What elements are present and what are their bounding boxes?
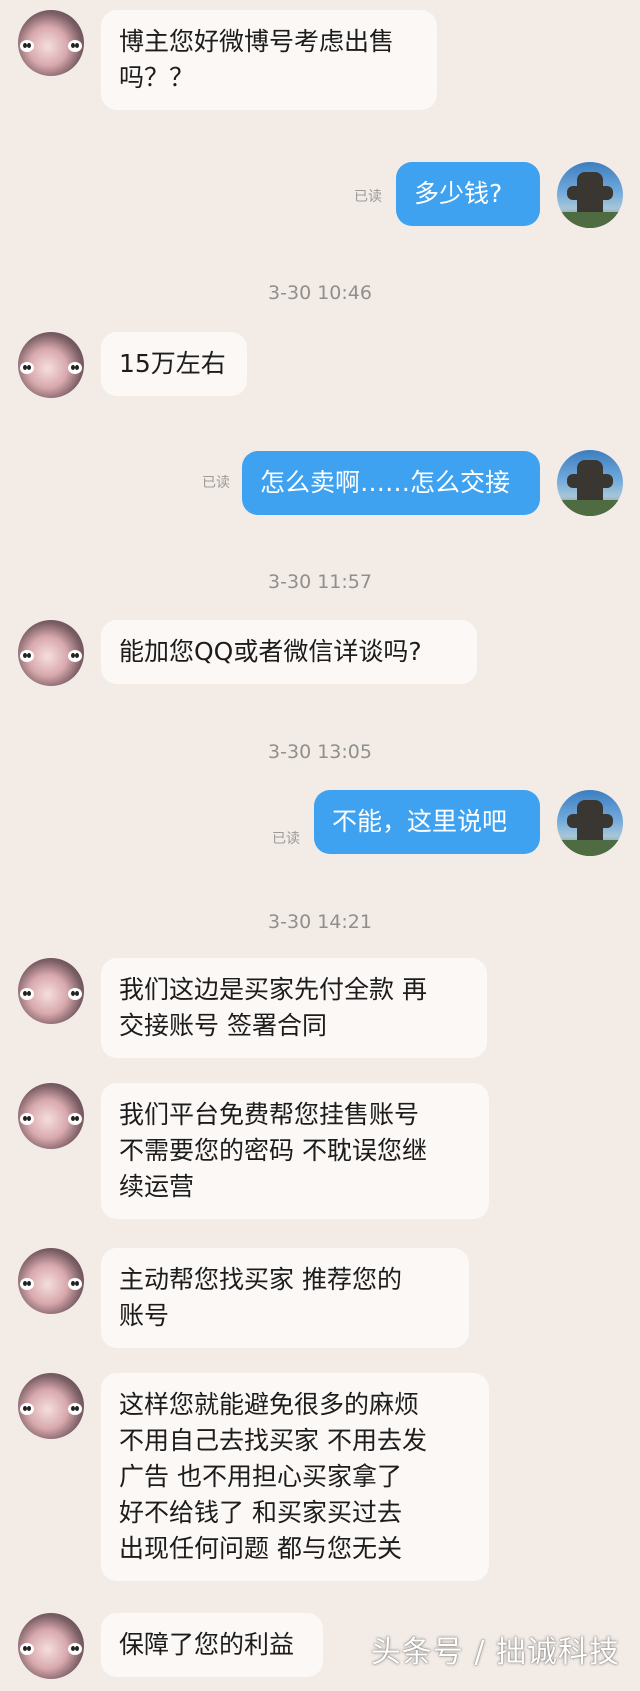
tree-decoration [557, 840, 623, 856]
read-receipt: 已读 [202, 475, 230, 491]
timestamp-divider: 3-30 10:46 [268, 282, 372, 304]
panda-sticker-icon [20, 1403, 34, 1415]
panda-sticker-icon [68, 650, 82, 662]
timestamp-divider: 3-30 13:05 [268, 741, 372, 763]
incoming-message-bubble[interactable]: 主动帮您找买家 推荐您的 账号 [101, 1248, 469, 1348]
contact-avatar[interactable] [18, 1248, 84, 1314]
contact-avatar[interactable] [18, 1613, 84, 1679]
contact-avatar[interactable] [18, 332, 84, 398]
incoming-message-bubble[interactable]: 这样您就能避免很多的麻烦 不用自己去找买家 不用去发 广告 也不用担心买家拿了 … [101, 1373, 489, 1581]
my-avatar[interactable] [557, 162, 623, 228]
panda-sticker-icon [68, 1643, 82, 1655]
read-receipt: 已读 [354, 189, 382, 205]
my-avatar[interactable] [557, 790, 623, 856]
read-receipt: 已读 [272, 831, 300, 847]
panda-sticker-icon [20, 1113, 34, 1125]
panda-sticker-icon [20, 362, 34, 374]
panda-sticker-icon [68, 40, 82, 52]
panda-sticker-icon [20, 988, 34, 1000]
incoming-message-bubble[interactable]: 能加您QQ或者微信详谈吗? [101, 620, 477, 684]
panda-sticker-icon [68, 1278, 82, 1290]
panda-sticker-icon [20, 1643, 34, 1655]
panda-sticker-icon [68, 1113, 82, 1125]
contact-avatar[interactable] [18, 1083, 84, 1149]
contact-avatar[interactable] [18, 620, 84, 686]
watermark-text: 头条号 / 拙诚科技 [370, 1635, 620, 1670]
robot-avatar-icon [567, 172, 613, 216]
contact-avatar[interactable] [18, 958, 84, 1024]
contact-avatar[interactable] [18, 10, 84, 76]
panda-sticker-icon [68, 1403, 82, 1415]
panda-sticker-icon [68, 362, 82, 374]
panda-sticker-icon [20, 650, 34, 662]
timestamp-divider: 3-30 14:21 [268, 911, 372, 933]
panda-sticker-icon [68, 988, 82, 1000]
contact-avatar[interactable] [18, 1373, 84, 1439]
robot-avatar-icon [567, 800, 613, 844]
incoming-message-bubble[interactable]: 博主您好微博号考虑出售 吗？？ [101, 10, 437, 110]
tree-decoration [557, 500, 623, 516]
panda-sticker-icon [20, 1278, 34, 1290]
robot-avatar-icon [567, 460, 613, 504]
outgoing-message-bubble[interactable]: 多少钱? [396, 162, 540, 226]
incoming-message-bubble[interactable]: 15万左右 [101, 332, 247, 396]
my-avatar[interactable] [557, 450, 623, 516]
incoming-message-bubble[interactable]: 我们这边是买家先付全款 再 交接账号 签署合同 [101, 958, 487, 1058]
tree-decoration [557, 212, 623, 228]
incoming-message-bubble[interactable]: 保障了您的利益 [101, 1613, 323, 1677]
outgoing-message-bubble[interactable]: 不能，这里说吧 [314, 790, 540, 854]
panda-sticker-icon [20, 40, 34, 52]
timestamp-divider: 3-30 11:57 [268, 571, 372, 593]
outgoing-message-bubble[interactable]: 怎么卖啊……怎么交接 [242, 451, 540, 515]
incoming-message-bubble[interactable]: 我们平台免费帮您挂售账号 不需要您的密码 不耽误您继 续运营 [101, 1083, 489, 1219]
